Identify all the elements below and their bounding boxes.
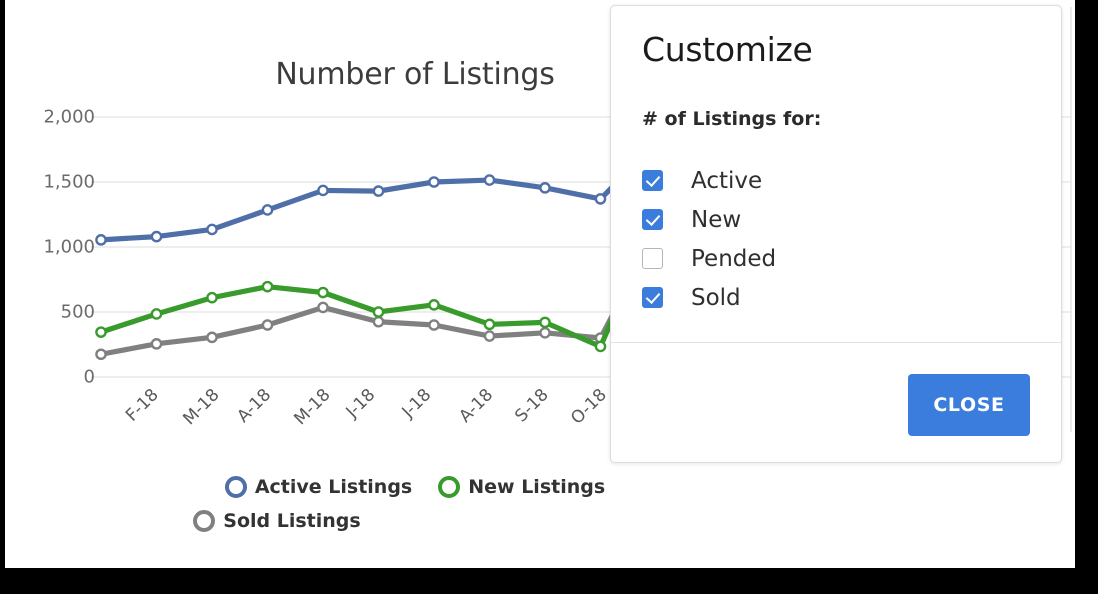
data-point bbox=[317, 184, 329, 197]
data-point bbox=[317, 301, 329, 314]
legend-item-active[interactable]: Active Listings bbox=[224, 476, 413, 498]
legend-row: Sold Listings bbox=[5, 504, 825, 538]
x-tick-label: M-18 bbox=[289, 385, 335, 430]
legend-row: Active Listings New Listings bbox=[5, 470, 825, 504]
filter-option-label: Active bbox=[691, 167, 763, 194]
legend-item-label: Sold Listings bbox=[223, 510, 361, 532]
data-point bbox=[317, 286, 329, 299]
series-sold-listings bbox=[95, 226, 662, 361]
checkbox-checked-icon[interactable] bbox=[642, 209, 663, 230]
x-tick-label: M-18 bbox=[178, 385, 224, 430]
x-tick-label: O-18 bbox=[567, 385, 611, 429]
x-tick-label: A-18 bbox=[233, 385, 276, 427]
data-point bbox=[372, 306, 385, 318]
data-point bbox=[594, 340, 607, 353]
legend-marker-icon bbox=[438, 476, 461, 498]
data-point bbox=[428, 299, 440, 311]
panel-title: Customize bbox=[642, 30, 813, 69]
filter-option-pended[interactable]: Pended bbox=[642, 239, 1032, 278]
panel-divider bbox=[611, 342, 1061, 343]
data-point bbox=[95, 234, 107, 246]
data-point bbox=[539, 316, 551, 329]
data-point bbox=[206, 291, 218, 304]
data-point bbox=[483, 318, 496, 331]
data-point bbox=[539, 182, 551, 194]
checkbox-checked-icon[interactable] bbox=[642, 287, 663, 308]
data-point bbox=[150, 230, 163, 243]
app-frame: Number of Listings 0 500 1,000 1,500 2,000 F… bbox=[5, 0, 1075, 568]
filter-option-sold[interactable]: Sold bbox=[642, 278, 1032, 317]
x-tick-label: J-18 bbox=[397, 385, 435, 422]
data-point bbox=[95, 348, 107, 361]
data-point bbox=[372, 315, 385, 328]
data-point bbox=[261, 204, 274, 216]
x-tick-label: A-18 bbox=[455, 385, 498, 427]
data-point bbox=[206, 331, 218, 344]
legend-item-sold[interactable]: Sold Listings bbox=[193, 510, 361, 532]
x-tick-label: J-18 bbox=[342, 385, 380, 422]
legend-marker-icon bbox=[224, 476, 247, 498]
checkbox-checked-icon[interactable] bbox=[642, 170, 663, 191]
data-point bbox=[206, 223, 218, 236]
x-tick-label: S-18 bbox=[510, 385, 553, 427]
legend-item-label: New Listings bbox=[468, 476, 606, 498]
legend-item-new[interactable]: New Listings bbox=[438, 476, 605, 498]
x-tick-label: F-18 bbox=[121, 385, 163, 426]
data-point bbox=[261, 280, 274, 293]
data-point bbox=[150, 308, 163, 320]
legend-item-label: Active Listings bbox=[254, 476, 413, 498]
data-point bbox=[428, 176, 440, 188]
legend-marker-icon bbox=[193, 510, 216, 532]
filter-option-label: New bbox=[691, 206, 742, 233]
data-point bbox=[261, 319, 274, 331]
data-point bbox=[483, 174, 496, 186]
data-point bbox=[483, 330, 496, 342]
panel-subtitle: # of Listings for: bbox=[642, 108, 822, 130]
y-tick-label: 1,500 bbox=[43, 171, 95, 193]
chart-legend: Active Listings New Listings Sold Listings bbox=[5, 470, 825, 538]
filter-option-active[interactable]: Active bbox=[642, 161, 1032, 200]
data-point bbox=[95, 326, 107, 338]
filter-option-label: Pended bbox=[691, 245, 777, 272]
data-point bbox=[539, 326, 551, 339]
close-button[interactable]: CLOSE bbox=[908, 374, 1030, 436]
data-point bbox=[594, 193, 607, 205]
y-tick-label: 500 bbox=[60, 301, 95, 323]
series-active-listings bbox=[95, 137, 662, 246]
data-point bbox=[150, 338, 163, 350]
customize-panel: Customize # of Listings for: Active New Pe… bbox=[610, 5, 1062, 463]
y-tick-label: 1,000 bbox=[43, 236, 95, 258]
checkbox-unchecked-icon[interactable] bbox=[642, 248, 663, 269]
listings-filter-checkbox-list: Active New Pended Sold bbox=[642, 161, 1032, 317]
filter-option-label: Sold bbox=[691, 284, 741, 311]
y-tick-label: 2,000 bbox=[43, 106, 95, 128]
data-point bbox=[372, 185, 385, 197]
filter-option-new[interactable]: New bbox=[642, 200, 1032, 239]
data-point bbox=[428, 319, 440, 331]
